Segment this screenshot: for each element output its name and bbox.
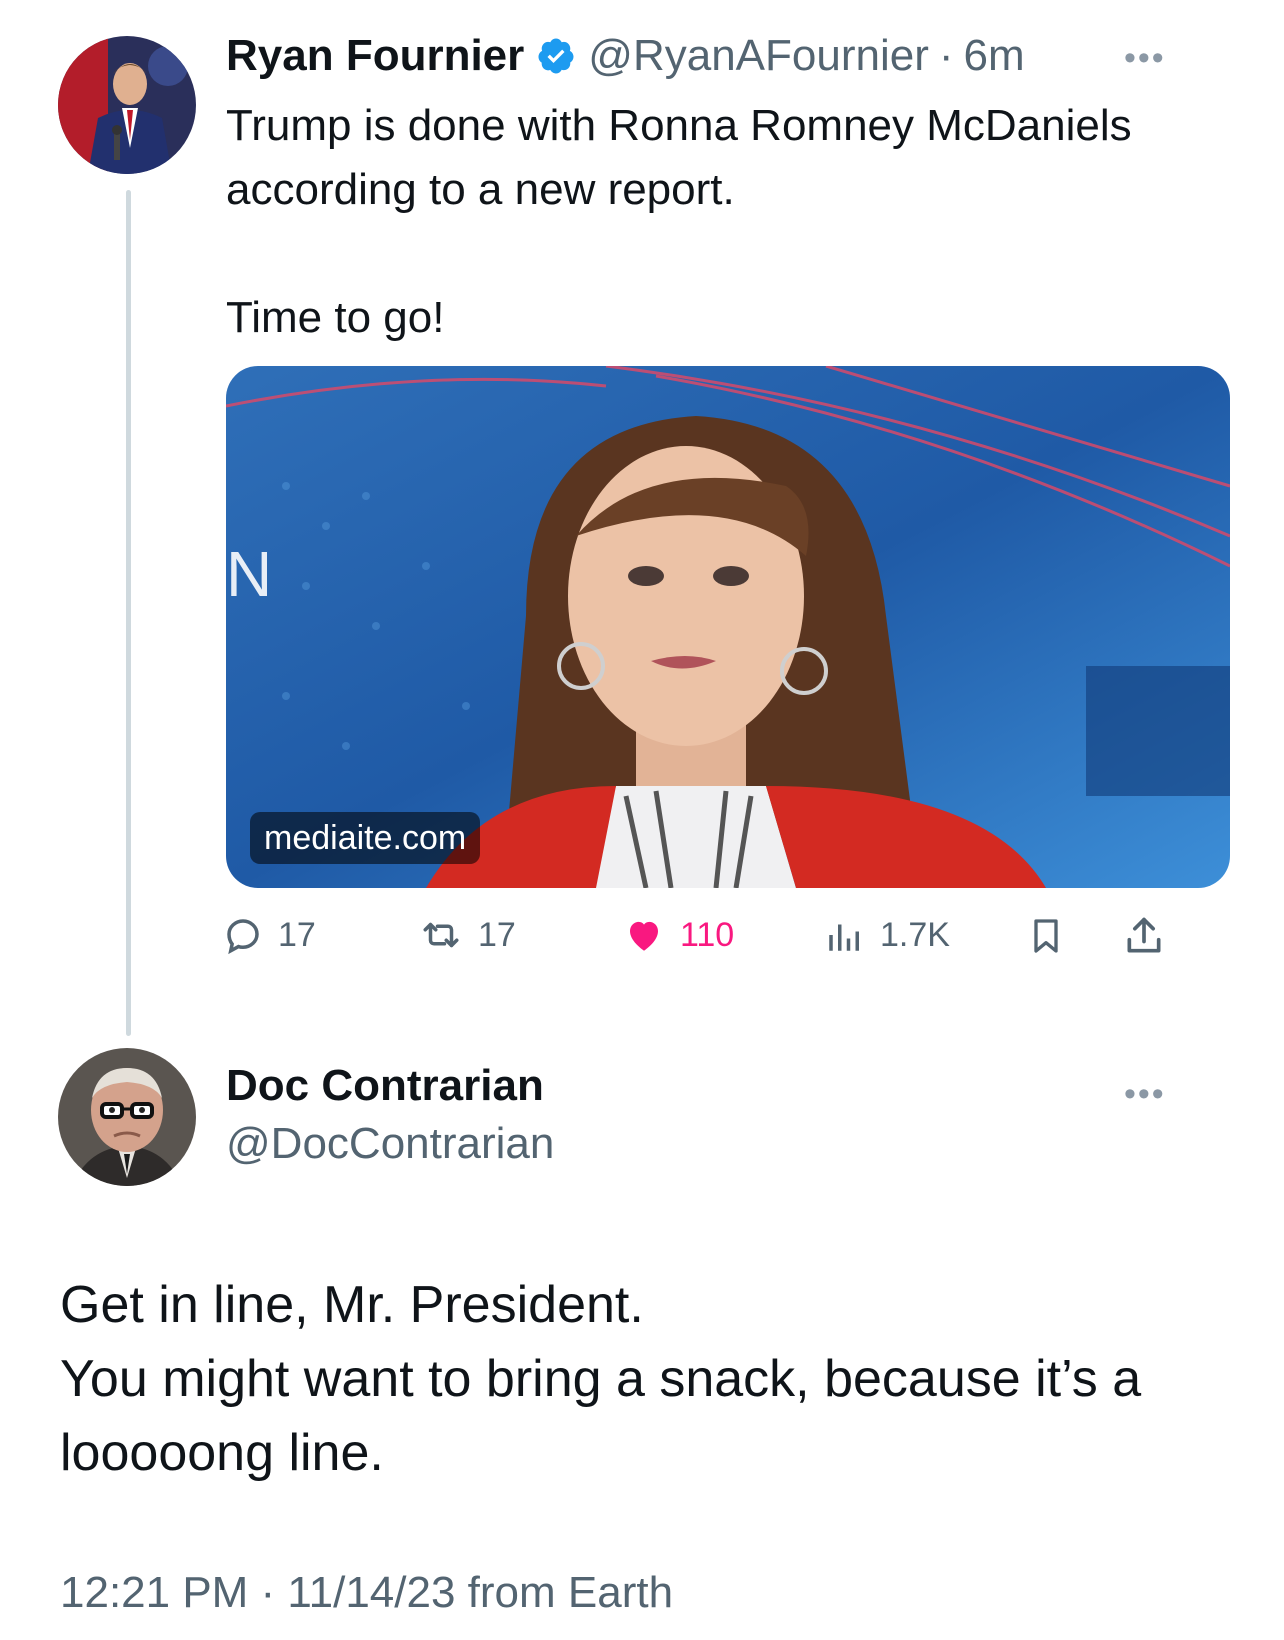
reply-author-name[interactable]: Doc Contrarian	[226, 1060, 544, 1112]
retweet-icon	[423, 922, 459, 948]
views-count: 1.7K	[880, 915, 950, 954]
reply-count: 17	[278, 915, 316, 954]
reply-timestamp[interactable]: 12:21 PM · 11/14/23 from Earth	[60, 1568, 673, 1618]
avatar-ryan-fournier[interactable]	[58, 36, 196, 174]
link-domain: mediaite.com	[250, 812, 481, 864]
link-card-image: N	[226, 366, 1230, 888]
bookmark-icon	[1034, 919, 1058, 953]
author-name[interactable]: Ryan Fournier	[226, 30, 524, 82]
separator-dot: ·	[938, 31, 954, 80]
like-button[interactable]: 110	[622, 914, 734, 956]
share-button[interactable]	[1122, 914, 1180, 958]
reply-text: Get in line, Mr. President. You might wa…	[60, 1276, 1142, 1482]
reply-icon	[227, 919, 259, 955]
tweet-text: Trump is done with Ronna Romney McDaniel…	[226, 101, 1132, 342]
svg-text:N: N	[226, 538, 272, 610]
author-handle[interactable]: @RyanAFournier	[588, 30, 929, 82]
more-icon[interactable]: •••	[1124, 41, 1166, 75]
reply-more-icon[interactable]: •••	[1124, 1077, 1166, 1111]
retweet-count: 17	[478, 915, 516, 954]
like-count: 110	[680, 915, 735, 954]
views-button[interactable]: 1.7K	[824, 914, 950, 956]
thread-connector	[126, 190, 131, 1036]
views-icon	[829, 924, 859, 951]
reply-button[interactable]: 17	[222, 914, 316, 956]
avatar-doc-contrarian[interactable]	[58, 1048, 196, 1186]
tweet-time[interactable]: 6m	[964, 30, 1025, 82]
tweet-header: Ryan Fournier @RyanAFournier · 6m	[226, 30, 1025, 82]
verified-badge-icon	[536, 36, 576, 76]
reply-author-handle[interactable]: @DocContrarian	[226, 1118, 554, 1170]
share-icon	[1127, 917, 1161, 953]
retweet-button[interactable]: 17	[418, 914, 516, 956]
bookmark-button[interactable]	[1026, 914, 1080, 958]
heart-icon	[630, 921, 658, 951]
link-card[interactable]: N mediaite.com	[226, 366, 1230, 888]
